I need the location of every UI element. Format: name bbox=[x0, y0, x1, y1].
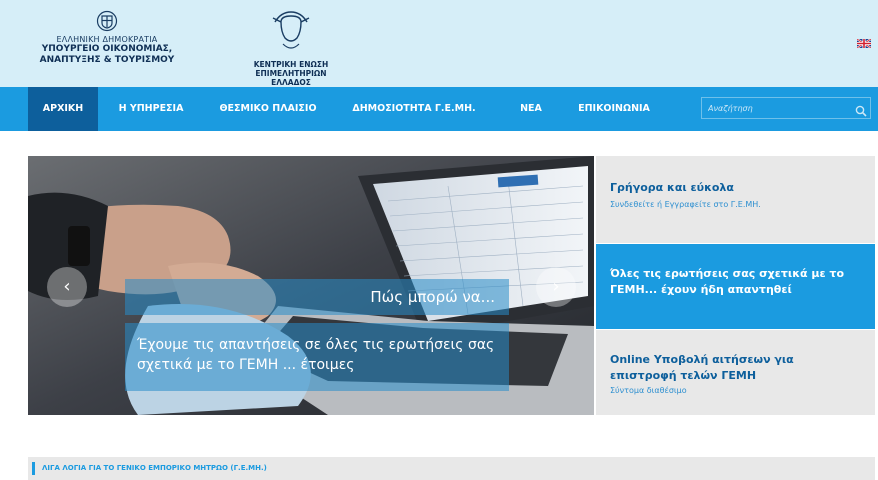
hermes-head-icon bbox=[271, 8, 311, 54]
slider-next-button[interactable]: › bbox=[536, 267, 576, 307]
hero-slider[interactable]: ‹ › Πώς μπορώ να... Έχουμε τις απαντήσει… bbox=[28, 156, 594, 415]
kee-name-2: ΕΠΙΜΕΛΗΤΗΡΙΩΝ ΕΛΛΑΔΟΣ bbox=[255, 69, 327, 87]
search-input[interactable] bbox=[702, 98, 847, 118]
nav-item-contact[interactable]: ΕΠΙΚΟΙΝΩΝΙΑ bbox=[566, 87, 662, 131]
search-box bbox=[701, 97, 871, 119]
greek-emblem-icon bbox=[96, 10, 118, 32]
panel-subtitle[interactable]: Συνδεθείτε ή Εγγραφείτε στο Γ.Ε.ΜΗ. bbox=[610, 200, 861, 209]
ministry-name-2: ΑΝΑΠΤΥΞΗΣ & ΤΟΥΡΙΣΜΟΥ bbox=[39, 55, 175, 65]
kee-name-1: ΚΕΝΤΡΙΚΗ ΕΝΩΣΗ bbox=[253, 60, 329, 69]
nav-item-service[interactable]: Η ΥΠΗΡΕΣΙΑ bbox=[108, 87, 194, 131]
kee-logo[interactable]: ΚΕΝΤΡΙΚΗ ΕΝΩΣΗ ΕΠΙΜΕΛΗΤΗΡΙΩΝ ΕΛΛΑΔΟΣ bbox=[236, 8, 346, 87]
nav-item-gemi-publicity[interactable]: ΔΗΜΟΣΙΟΤΗΤΑ Γ.Ε.ΜΗ. bbox=[340, 87, 488, 131]
chevron-right-icon: › bbox=[552, 276, 560, 297]
panel-title: Γρήγορα και εύκολα bbox=[610, 181, 734, 194]
ministry-logo[interactable]: ΕΛΛΗΝΙΚΗ ΔΗΜΟΚΡΑΤΙΑ ΥΠΟΥΡΓΕΙΟ ΟΙΚΟΝΟΜΙΑΣ… bbox=[22, 10, 192, 66]
panel-quick-access[interactable]: Γρήγορα και εύκολα Συνδεθείτε ή Εγγραφεί… bbox=[596, 156, 875, 243]
nav-item-legal-framework[interactable]: ΘΕΣΜΙΚΟ ΠΛΑΙΣΙΟ bbox=[212, 87, 324, 131]
slide-caption-title: Πώς μπορώ να... bbox=[125, 279, 509, 315]
panel-title: Online Υποβολή αιτήσεων για επιστροφή τε… bbox=[610, 353, 794, 382]
chevron-left-icon: ‹ bbox=[63, 276, 71, 297]
ministry-country: ΕΛΛΗΝΙΚΗ ΔΗΜΟΚΡΑΤΙΑ bbox=[56, 35, 158, 44]
uk-flag-icon[interactable] bbox=[856, 33, 872, 49]
about-section-header[interactable]: ΛΙΓΑ ΛΟΓΙΑ ΓΙΑ ΤΟ ΓΕΝΙΚΟ ΕΜΠΟΡΙΚΟ ΜΗΤΡΩΟ… bbox=[28, 457, 875, 480]
panel-faq[interactable]: Όλες τις ερωτήσεις σας σχετικά με το ΓΕΜ… bbox=[596, 244, 875, 329]
panel-title: Όλες τις ερωτήσεις σας σχετικά με το ΓΕΜ… bbox=[610, 267, 845, 296]
ministry-name-1: ΥΠΟΥΡΓΕΙΟ ΟΙΚΟΝΟΜΙΑΣ, bbox=[41, 44, 173, 54]
section-accent-bar bbox=[32, 462, 35, 475]
panel-subtitle: Σύντομα διαθέσιμο bbox=[610, 386, 687, 395]
slide-caption-body: Έχουμε τις απαντήσεις σε όλες τις ερωτήσ… bbox=[125, 323, 509, 391]
about-heading: ΛΙΓΑ ΛΟΓΙΑ ΓΙΑ ΤΟ ΓΕΝΙΚΟ ΕΜΠΟΡΙΚΟ ΜΗΤΡΩΟ… bbox=[42, 464, 267, 472]
site-header: ΕΛΛΗΝΙΚΗ ΔΗΜΟΚΡΑΤΙΑ ΥΠΟΥΡΓΕΙΟ ΟΙΚΟΝΟΜΙΑΣ… bbox=[0, 0, 878, 87]
nav-item-home[interactable]: ΑΡΧΙΚΗ bbox=[28, 87, 98, 131]
panel-fee-refund[interactable]: Online Υποβολή αιτήσεων για επιστροφή τε… bbox=[596, 330, 875, 415]
slider-prev-button[interactable]: ‹ bbox=[47, 267, 87, 307]
search-icon[interactable] bbox=[855, 102, 867, 117]
nav-item-news[interactable]: ΝΕΑ bbox=[508, 87, 554, 131]
